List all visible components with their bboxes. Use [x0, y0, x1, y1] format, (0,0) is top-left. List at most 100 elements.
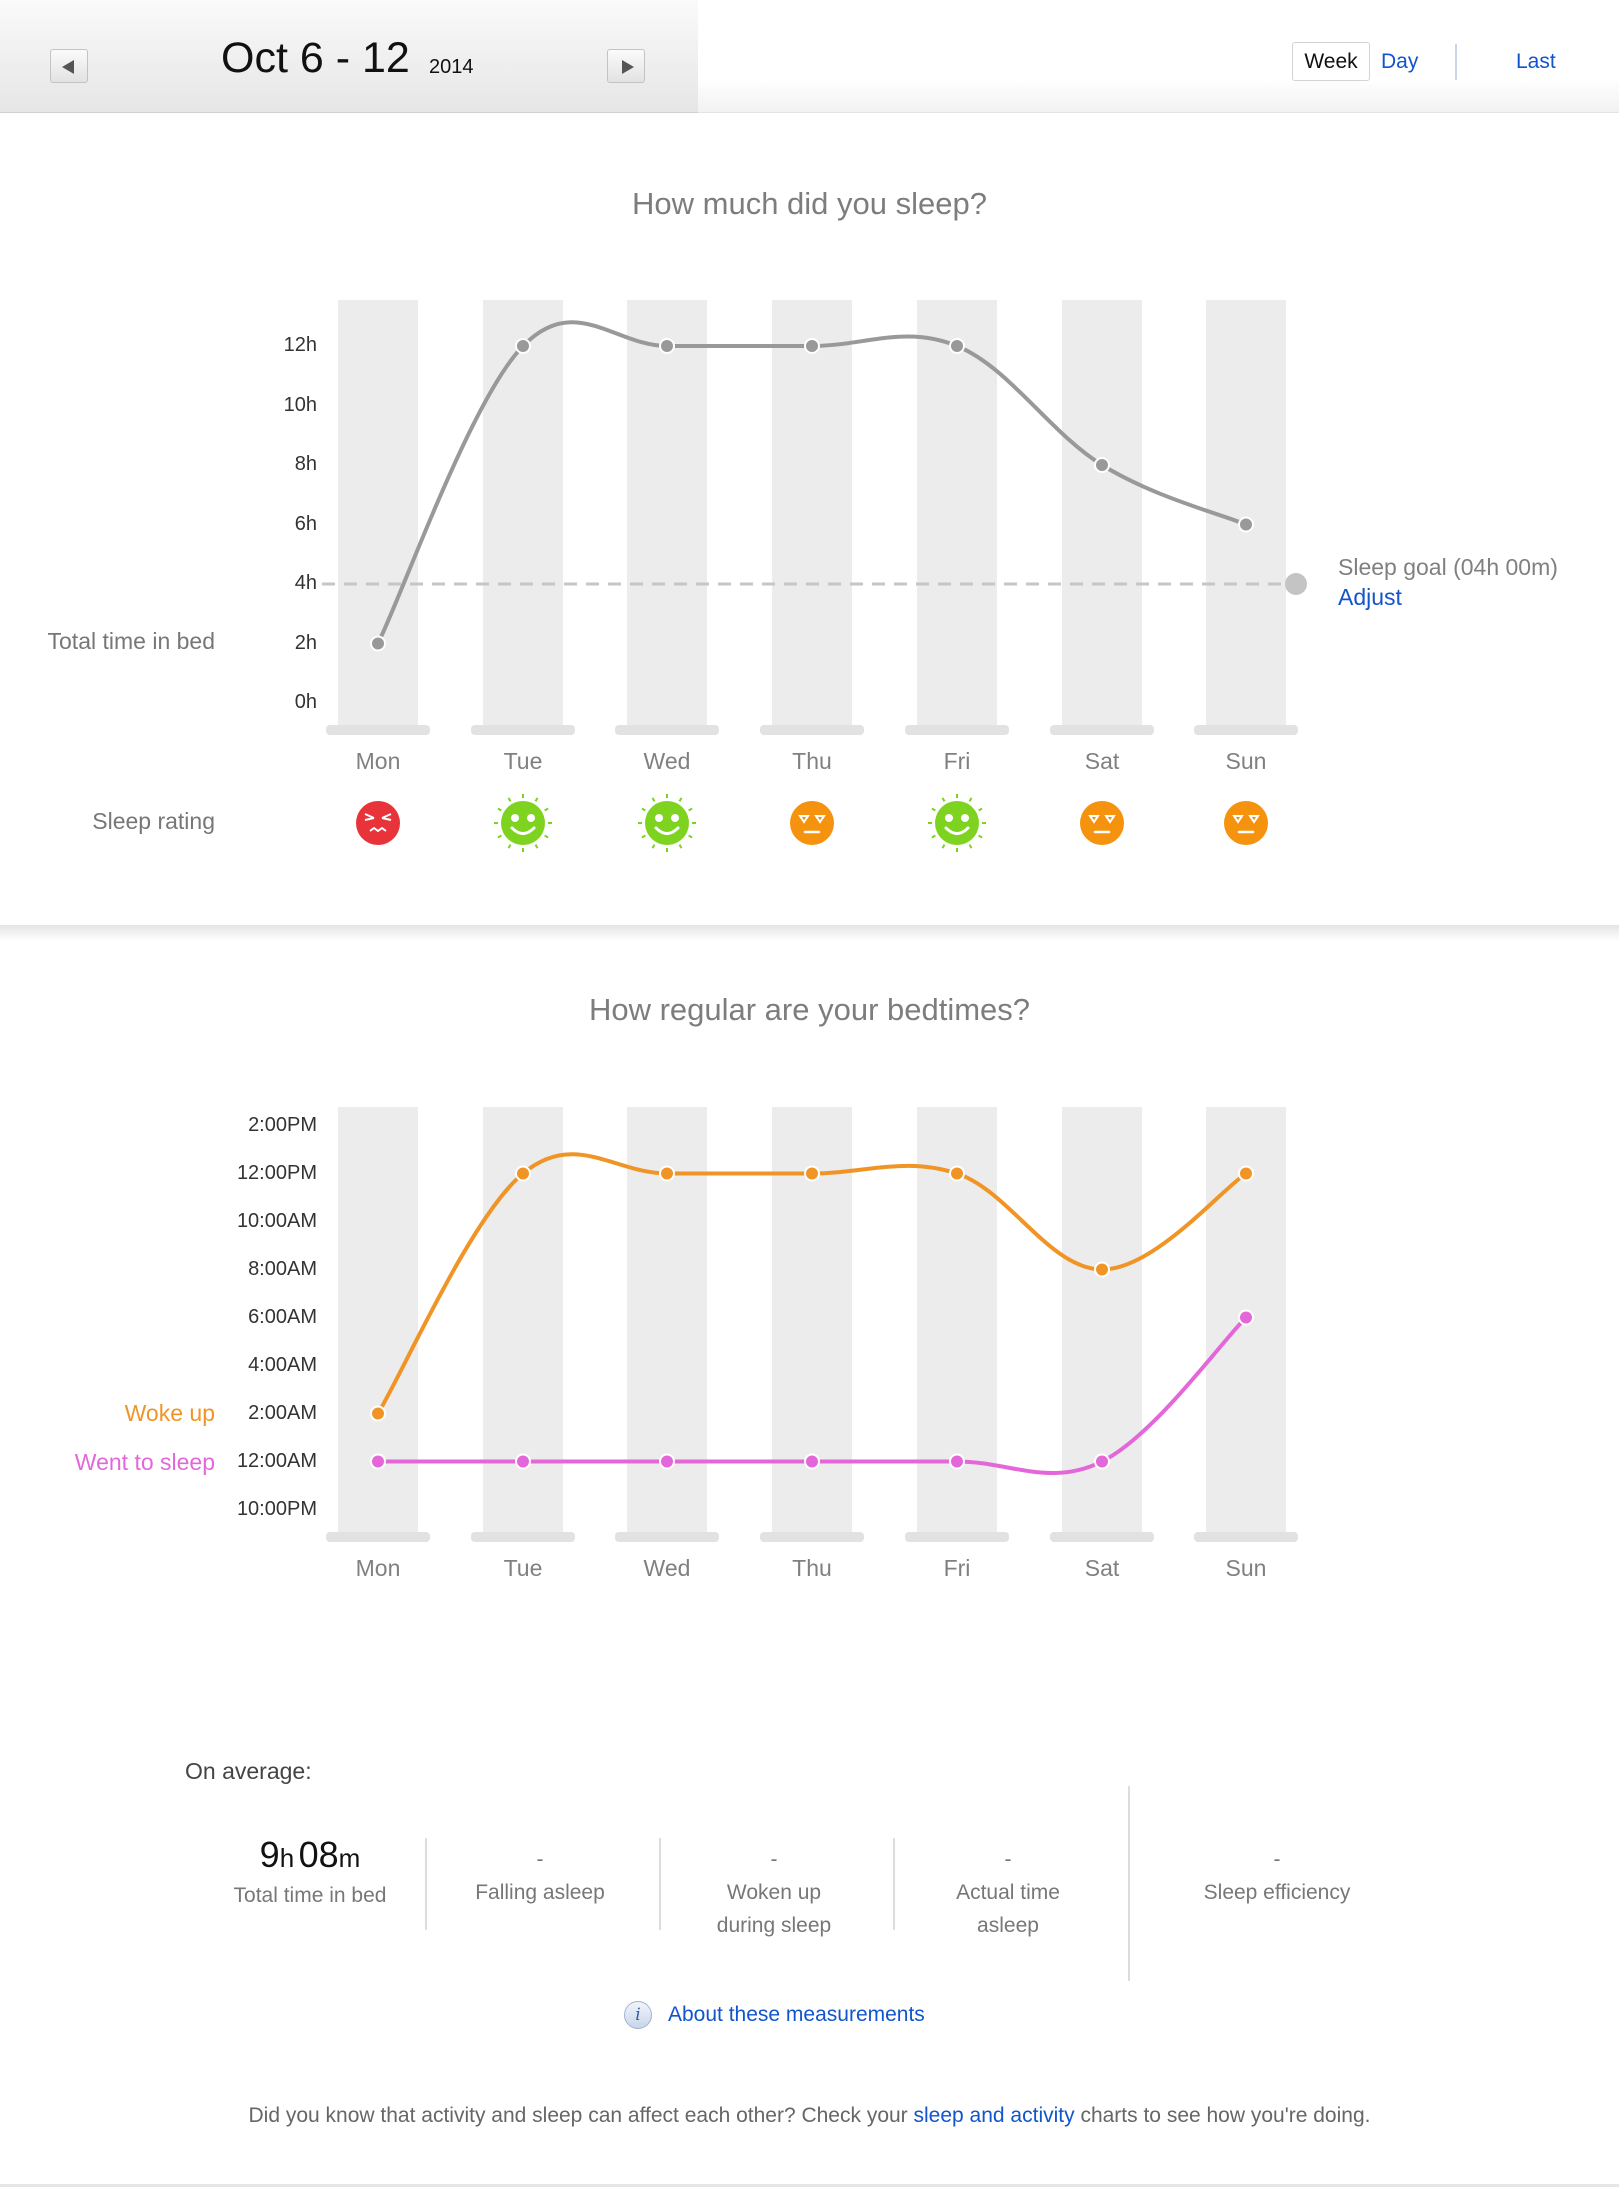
actual-time-asleep-label-line1: Actual time: [956, 1881, 1060, 1904]
sleep-rating-ok-icon: [1224, 801, 1268, 845]
sun-ray: [507, 797, 512, 802]
actual-time-asleep-stat: - Actual time asleep: [908, 1843, 1108, 1942]
sun-ray: [641, 834, 646, 839]
column-base: [1194, 1532, 1298, 1542]
face-disc: [1224, 801, 1268, 845]
woke-up-legend: Woke up: [124, 1400, 215, 1426]
total-time-in-bed-point: [1096, 459, 1108, 471]
sun-ray: [941, 797, 946, 802]
x-tick-label: Wed: [643, 748, 691, 774]
x-tick-label: Fri: [943, 748, 971, 774]
column-base: [326, 725, 430, 735]
face-disc: [790, 801, 834, 845]
footer-text-after: charts to see how you're doing.: [1074, 2104, 1371, 2127]
face-eye: [945, 814, 953, 822]
y-tick-label: 0h: [294, 691, 317, 713]
sleep-chart-columns: [326, 300, 1298, 735]
sun-ray: [678, 844, 683, 849]
y-tick-label: 8h: [294, 453, 317, 475]
sleep-efficiency-value: -: [1273, 1848, 1281, 1871]
face-disc: [935, 801, 979, 845]
footer-tip: Did you know that activity and sleep can…: [0, 2104, 1619, 2128]
day-column: [772, 300, 852, 727]
woke-up-point: [1096, 1263, 1108, 1276]
sleep-rating-bad-icon: [356, 801, 400, 845]
total-time-in-bed-value: 9h 08m: [210, 1834, 410, 1876]
sleep-and-activity-link[interactable]: sleep and activity: [914, 2104, 1075, 2127]
sleep-efficiency-label: Sleep efficiency: [1203, 1881, 1351, 1904]
sleep-rating-great-icon: [638, 794, 696, 852]
face-disc: [645, 801, 689, 845]
column-base: [760, 725, 864, 735]
y-tick-label: 2:00AM: [248, 1401, 317, 1424]
y-tick-label: 8:00AM: [248, 1257, 317, 1280]
face-eye: [671, 814, 679, 822]
sun-ray: [507, 844, 512, 849]
face-eye: [511, 814, 519, 822]
sleep-rating-label: Sleep rating: [92, 808, 215, 834]
sleep-goal-label: Sleep goal (04h 00m): [1338, 554, 1558, 580]
column-base: [471, 1532, 575, 1542]
sleep-rating-ok-icon: [790, 801, 834, 845]
went-to-sleep-point: [1240, 1311, 1252, 1324]
sun-ray: [978, 807, 983, 812]
day-column: [1062, 300, 1142, 727]
total-time-in-bed-point: [517, 340, 529, 352]
falling-asleep-label: Falling asleep: [475, 1881, 605, 1904]
day-column: [338, 300, 418, 727]
sun-ray: [651, 797, 656, 802]
sun-ray: [651, 844, 656, 849]
x-tick-label: Thu: [792, 748, 832, 774]
x-tick-label: Sat: [1084, 1555, 1120, 1581]
day-column: [338, 1107, 418, 1534]
sun-ray: [688, 807, 693, 812]
went-to-sleep-point: [661, 1455, 673, 1468]
sleep-rating-ok-icon: [1080, 801, 1124, 845]
about-measurements-link[interactable]: About these measurements: [668, 2003, 925, 2027]
woke-up-point: [517, 1167, 529, 1180]
y-tick-label: 10h: [283, 393, 317, 416]
column-base: [760, 1532, 864, 1542]
total-time-in-bed-point: [806, 340, 818, 352]
sun-ray: [497, 807, 502, 812]
face-eye: [655, 814, 663, 822]
sun-ray: [534, 844, 539, 849]
total-time-in-bed-point: [661, 340, 673, 352]
stat-divider: [425, 1838, 427, 1930]
actual-time-asleep-label-line2: asleep: [977, 1914, 1039, 1937]
column-base: [905, 725, 1009, 735]
sun-ray: [544, 834, 549, 839]
sleep-rating-great-icon: [928, 794, 986, 852]
sun-ray: [968, 844, 973, 849]
column-base: [1050, 1532, 1154, 1542]
total-time-in-bed-label: Total time in bed: [47, 628, 215, 654]
section-divider: [0, 925, 1619, 941]
face-eye: [961, 814, 969, 822]
adjust-goal-link[interactable]: Adjust: [1338, 584, 1402, 611]
sleep-efficiency-stat: - Sleep efficiency: [1177, 1843, 1377, 1909]
x-tick-label: Tue: [503, 1555, 543, 1581]
sun-ray: [968, 797, 973, 802]
total-time-in-bed-caption: Total time in bed: [233, 1884, 387, 1907]
x-tick-label: Mon: [355, 748, 401, 774]
bedtime-chart-title: How regular are your bedtimes?: [588, 992, 1031, 1027]
went-to-sleep-point: [806, 1455, 818, 1468]
sun-ray: [931, 807, 936, 812]
column-base: [326, 1532, 430, 1542]
info-icon[interactable]: i: [624, 2001, 652, 2029]
column-base: [1050, 725, 1154, 735]
went-to-sleep-point: [1096, 1455, 1108, 1468]
bottom-rule: [0, 2184, 1619, 2187]
total-time-in-bed-point: [1240, 518, 1252, 531]
sleep-rating-great-icon: [494, 794, 552, 852]
x-tick-label: Thu: [792, 1555, 832, 1581]
y-tick-label: 4h: [294, 572, 317, 594]
day-column: [627, 300, 707, 727]
woken-up-stat: - Woken up during sleep: [674, 1843, 874, 1942]
total-time-in-bed-point: [951, 340, 963, 352]
sun-ray: [497, 834, 502, 839]
total-time-in-bed-point: [372, 637, 384, 650]
day-column: [483, 300, 563, 727]
face-eye: [527, 814, 535, 822]
woken-up-label-line1: Woken up: [726, 1881, 822, 1904]
